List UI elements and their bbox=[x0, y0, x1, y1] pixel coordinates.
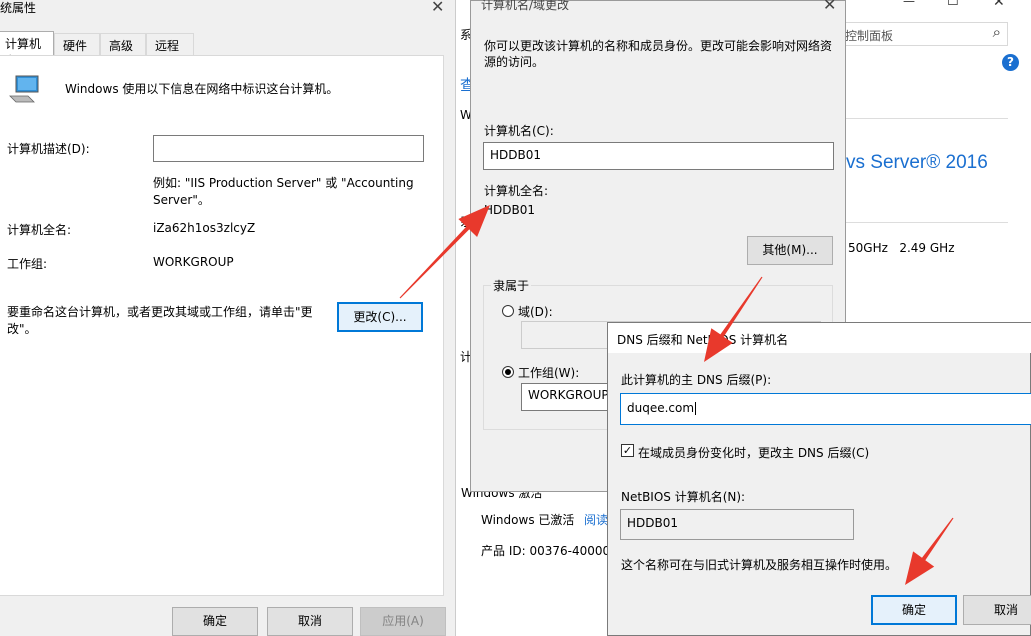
maximize-icon[interactable]: ☐ bbox=[947, 0, 959, 9]
rename-instructions: 改"。 bbox=[7, 322, 37, 336]
cancel-button[interactable]: 取消 bbox=[267, 607, 353, 636]
intro-text: 你可以更改该计算机的名称和成员身份。更改可能会影响对网络资 bbox=[484, 39, 833, 53]
cpu-speed-text: 50GHz 2.49 GHz bbox=[848, 241, 955, 255]
system-properties-dialog: 系统属性 ✕ 计算机名 硬件 高级 远程 Windows 使用以下信息在网络中标… bbox=[0, 0, 455, 636]
computer-name-input[interactable]: HDDB01 bbox=[483, 142, 834, 170]
example-text: 例如: "IIS Production Server" 或 "Accountin… bbox=[153, 176, 414, 190]
apply-button: 应用(A) bbox=[360, 607, 446, 636]
computer-name-label: 计算机名(C): bbox=[484, 124, 554, 138]
tab-hardware[interactable]: 硬件 bbox=[54, 33, 100, 55]
tab-computer-name[interactable]: 计算机名 bbox=[0, 31, 54, 68]
domain-label: 域(D): bbox=[518, 305, 553, 319]
netbios-note: 这个名称可在与旧式计算机及服务相互操作时使用。 bbox=[621, 558, 898, 572]
full-name-value: iZa62h1os3zlcyZ bbox=[153, 221, 256, 235]
change-dns-checkbox-label: 在域成员身份变化时，更改主 DNS 后缀(C) bbox=[638, 446, 870, 460]
workgroup-value: WORKGROUP bbox=[153, 255, 234, 269]
separator-line bbox=[846, 118, 1008, 119]
member-of-label: 隶属于 bbox=[491, 277, 532, 294]
windows-server-text: vs Server® 2016 bbox=[846, 152, 988, 173]
dialog-title: DNS 后缀和 NetBIOS 计算机名 bbox=[617, 333, 789, 347]
workgroup-label: 工作组: bbox=[7, 257, 48, 271]
help-icon[interactable]: ? bbox=[1002, 54, 1019, 71]
full-name-label: 计算机全名: bbox=[7, 223, 72, 237]
change-button[interactable]: 更改(C)... bbox=[337, 302, 423, 332]
ok-button[interactable]: 确定 bbox=[871, 595, 957, 625]
activation-status: Windows 已激活 bbox=[481, 513, 575, 527]
workgroup-label: 工作组(W): bbox=[518, 366, 580, 380]
domain-radio[interactable] bbox=[502, 305, 514, 317]
example-text: Server"。 bbox=[153, 193, 210, 207]
text-cursor bbox=[695, 402, 697, 415]
tab-panel: Windows 使用以下信息在网络中标识这台计算机。 计算机描述(D): 例如:… bbox=[0, 55, 444, 596]
minimize-icon[interactable]: — bbox=[903, 0, 915, 8]
search-placeholder: 控制面板 bbox=[845, 29, 894, 43]
description-input[interactable] bbox=[153, 135, 424, 162]
intro-text: 源的访问。 bbox=[484, 55, 545, 69]
dns-suffix-label: 此计算机的主 DNS 后缀(P): bbox=[621, 373, 772, 387]
close-icon[interactable]: ✕ bbox=[823, 0, 836, 13]
computer-icon bbox=[8, 74, 42, 104]
cancel-button[interactable]: 取消 bbox=[963, 595, 1031, 625]
dns-suffix-dialog: DNS 后缀和 NetBIOS 计算机名 此计算机的主 DNS 后缀(P): d… bbox=[607, 322, 1031, 636]
product-id: 产品 ID: 00376-40000- bbox=[481, 544, 615, 558]
search-icon[interactable]: ⌕ bbox=[993, 23, 1001, 41]
dialog-title: 系统属性 bbox=[0, 1, 37, 15]
separator-line bbox=[846, 222, 1008, 223]
read-link[interactable]: 阅读 bbox=[584, 511, 608, 528]
rename-instructions: 要重命名这台计算机，或者更改其域或工作组，请单击"更 bbox=[7, 305, 313, 319]
ok-button[interactable]: 确定 bbox=[172, 607, 258, 636]
description-label: 计算机描述(D): bbox=[7, 142, 90, 156]
tab-remote[interactable]: 远程 bbox=[146, 33, 194, 55]
search-box[interactable]: 控制面板 ⌕ bbox=[836, 22, 1008, 46]
close-icon[interactable]: ✕ bbox=[431, 0, 444, 15]
more-button[interactable]: 其他(M)... bbox=[747, 236, 833, 265]
tab-advanced[interactable]: 高级 bbox=[100, 33, 146, 55]
netbios-input: HDDB01 bbox=[620, 509, 854, 540]
dialog-title: 计算机名/域更改 bbox=[481, 0, 570, 12]
dns-suffix-input[interactable]: duqee.com bbox=[620, 393, 1031, 425]
change-dns-checkbox[interactable]: ✓ bbox=[621, 444, 634, 457]
netbios-label: NetBIOS 计算机名(N): bbox=[621, 490, 746, 504]
intro-text: Windows 使用以下信息在网络中标识这台计算机。 bbox=[65, 82, 339, 96]
full-name-value: HDDB01 bbox=[484, 203, 536, 217]
workgroup-radio[interactable] bbox=[502, 366, 514, 378]
full-name-label: 计算机全名: bbox=[484, 184, 549, 198]
dns-suffix-value: duqee.com bbox=[627, 401, 695, 415]
close-icon[interactable]: ✕ bbox=[993, 0, 1005, 10]
